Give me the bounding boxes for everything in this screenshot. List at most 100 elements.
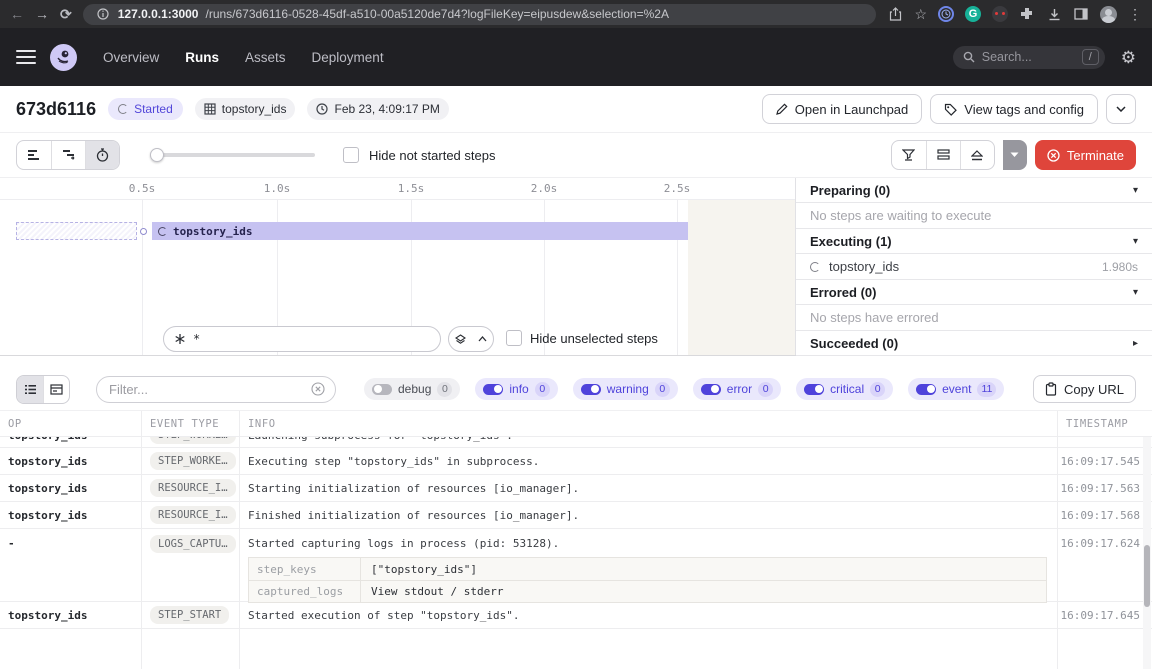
filter-collapse-button[interactable] [892,141,926,169]
reexecute-caret-button[interactable] [1003,140,1027,170]
nav-item-runs[interactable]: Runs [185,50,219,65]
metadata-key: captured_logs [249,581,361,602]
url-path: /runs/673d6116-0528-45df-a510-00a5120de7… [205,7,668,21]
dagster-logo[interactable] [50,44,77,71]
gantt-body: topstory_ids Hide unse [0,200,795,355]
nav-item-assets[interactable]: Assets [245,50,286,65]
hide-not-started-checkbox[interactable] [343,147,359,163]
bookmark-star-icon[interactable]: ☆ [914,7,927,21]
more-actions-button[interactable] [1106,94,1136,124]
dark-extension-icon[interactable] [992,6,1008,22]
copy-url-button[interactable]: Copy URL [1033,375,1136,403]
duration-view-button[interactable] [85,141,119,169]
preparing-title: Preparing (0) [810,183,890,198]
zoom-slider-knob[interactable] [150,148,164,162]
succeeded-section-header[interactable]: Succeeded (0) ▸ [796,331,1152,356]
back-icon[interactable]: ← [10,7,24,21]
settings-gear-icon[interactable]: ⚙ [1121,49,1136,66]
level-count-badge: 0 [655,382,670,397]
puzzle-extensions-icon[interactable] [1019,6,1035,22]
log-timestamp: 16:09:17.645 [1058,602,1152,628]
step-spinner-icon [158,227,167,236]
view-tags-config-button[interactable]: View tags and config [930,94,1098,124]
op-selector-icon [174,333,186,345]
job-tag[interactable]: topstory_ids [195,98,296,120]
list-view-icon [24,384,37,395]
download-icon[interactable] [1046,6,1062,22]
profile-avatar[interactable] [1100,6,1117,23]
flat-view-button[interactable] [17,141,51,169]
clipboard-icon [1045,382,1057,396]
log-row[interactable]: topstory_ids STEP_START Started executio… [0,602,1152,629]
axis-tick: 2.5s [664,182,691,195]
eject-icon [971,150,983,161]
run-toolbar: Hide not started steps [0,133,1152,178]
nav-item-overview[interactable]: Overview [103,50,159,65]
log-filter-input[interactable] [109,382,305,397]
share-icon[interactable] [887,6,903,22]
level-count-badge: 0 [870,382,885,397]
log-op: - [0,529,142,601]
toggle-switch-icon [581,384,601,395]
layers-icon[interactable] [449,334,471,345]
level-toggle-debug[interactable]: debug 0 [364,378,460,400]
toggle-switch-icon [701,384,721,395]
level-toggle-critical[interactable]: critical 0 [796,378,893,400]
log-row[interactable]: topstory_ids STEP_WORKER_STARTED Executi… [0,448,1152,475]
panel-toggle-group [891,140,995,170]
sidebar-toggle-icon[interactable] [1073,6,1089,22]
gantt-step-bar[interactable]: topstory_ids [152,222,688,240]
structured-view-button[interactable] [43,376,69,403]
succeeded-title: Succeeded (0) [810,336,898,351]
extension-clock-icon[interactable] [938,6,954,22]
url-bar[interactable]: 127.0.0.1:3000 /runs/673d6116-0528-45df-… [83,4,877,25]
preparing-section-header[interactable]: Preparing (0) ▾ [796,178,1152,203]
split-view-button[interactable] [926,141,960,169]
nav-item-deployment[interactable]: Deployment [312,50,384,65]
gantt-future-region [688,200,795,355]
terminate-x-icon [1047,149,1060,162]
waterfall-view-button[interactable] [51,141,85,169]
run-header: 673d6116 Started topstory_ids Feb 23, 4:… [0,86,1152,133]
run-time-label: Feb 23, 4:09:17 PM [334,102,439,116]
view-stdout-stderr-link[interactable]: View stdout / stderr [361,585,503,598]
job-tag-label: topstory_ids [222,102,287,116]
executing-step-name: topstory_ids [829,259,899,274]
level-toggle-event[interactable]: event 11 [908,378,1004,400]
log-row[interactable]: topstory_ids RESOURCE_INIT_SUCCESS Finis… [0,502,1152,529]
page-info-icon[interactable] [95,6,111,22]
log-row-clipped[interactable]: topstory_ids STEP_WORKER_STARTING Launch… [0,437,1152,448]
log-scrollbar-thumb[interactable] [1144,545,1150,607]
zoom-slider[interactable] [150,141,315,169]
hamburger-menu-icon[interactable] [16,50,36,64]
errored-section-header[interactable]: Errored (0) ▾ [796,280,1152,305]
rows-icon [937,149,950,161]
caret-up-icon[interactable] [471,336,493,342]
toggle-switch-icon [372,384,392,395]
level-label: debug [398,382,431,396]
global-search[interactable]: Search... / [953,46,1105,69]
list-view-button[interactable] [17,376,43,403]
browser-menu-icon[interactable]: ⋮ [1128,7,1142,21]
level-count-badge: 0 [758,382,773,397]
executing-section-header[interactable]: Executing (1) ▾ [796,229,1152,254]
app-window: ← → ⟳ 127.0.0.1:3000 /runs/673d6116-0528… [0,0,1152,669]
grammarly-extension-icon[interactable]: G [965,6,981,22]
terminate-button[interactable]: Terminate [1035,140,1136,170]
open-in-launchpad-button[interactable]: Open in Launchpad [762,94,922,124]
view-tags-config-label: View tags and config [964,102,1084,117]
log-row-logs-captured[interactable]: - LOGS_CAPTURED Started capturing logs i… [0,529,1152,602]
level-toggle-error[interactable]: error 0 [693,378,781,400]
log-timestamp: 16:09:17.545 [1058,448,1152,474]
step-selector-input[interactable] [193,332,430,346]
clear-filter-icon[interactable] [311,382,325,396]
caret-down-icon: ▾ [1133,185,1138,196]
forward-icon[interactable]: → [35,7,49,21]
level-toggle-info[interactable]: info 0 [475,378,557,400]
level-toggle-warning[interactable]: warning 0 [573,378,678,400]
executing-step-row[interactable]: topstory_ids 1.980s [796,254,1152,280]
eject-panel-button[interactable] [960,141,994,169]
log-row[interactable]: topstory_ids RESOURCE_INIT_STARTED Start… [0,475,1152,502]
hide-unselected-checkbox[interactable] [506,330,522,346]
refresh-icon[interactable]: ⟳ [60,7,72,21]
